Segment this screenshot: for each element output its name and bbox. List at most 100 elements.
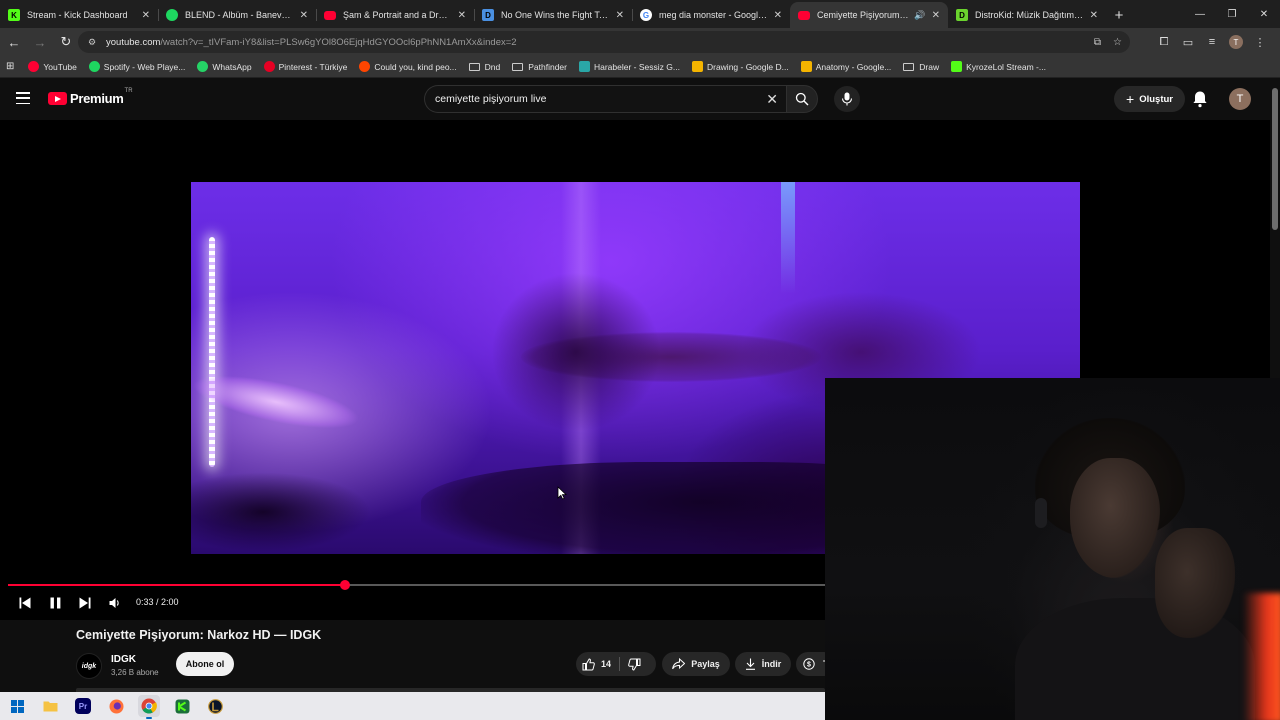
close-tab-icon[interactable]: ✕ (1090, 10, 1098, 21)
subscribe-button[interactable]: Abone ol (176, 652, 234, 676)
bookmark-item[interactable]: KyrozeLol Stream -... (951, 61, 1046, 72)
new-tab-button[interactable]: + (1106, 2, 1132, 28)
bookmark-item[interactable]: Anatomy - Google... (800, 61, 891, 72)
download-button[interactable]: İndir (735, 652, 791, 676)
tab-title: No One Wins the Fight Tab by ... (501, 10, 610, 20)
google-drive-icon (691, 61, 703, 72)
forward-button[interactable]: → (28, 30, 52, 54)
logo-country-code: TR (124, 88, 133, 94)
bookmark-item[interactable]: Pinterest - Türkiye (263, 61, 347, 72)
thanks-icon: $ (803, 658, 815, 670)
guide-menu-icon[interactable] (16, 92, 30, 104)
scrollbar-thumb[interactable] (1272, 88, 1278, 230)
webcam-person-face (1070, 458, 1160, 578)
google-drive-icon (800, 61, 812, 72)
bookmark-folder[interactable]: Draw (903, 62, 939, 72)
close-tab-icon[interactable]: ✕ (142, 10, 150, 21)
chrome-menu-icon[interactable]: ⋮ (1248, 31, 1272, 53)
channel-name[interactable]: IDGK (111, 654, 136, 665)
progress-bar[interactable] (8, 580, 825, 590)
skip-previous-icon (19, 597, 31, 609)
firefox-icon[interactable] (105, 695, 127, 717)
windows-start-icon[interactable] (6, 695, 28, 717)
kick-app-icon[interactable] (171, 695, 193, 717)
pause-button[interactable] (50, 596, 61, 610)
like-button[interactable]: 14 (582, 657, 611, 671)
extensions-icon[interactable]: ⧠ (1152, 31, 1176, 53)
restore-button[interactable]: ❐ (1216, 0, 1248, 28)
bookmark-star-icon[interactable]: ☆ (1113, 37, 1122, 48)
scrubber-handle[interactable] (340, 580, 350, 590)
browser-tab[interactable]: Gmeg dia monster - Google'da Ara ✕ (632, 2, 790, 28)
close-tab-icon[interactable]: ✕ (932, 10, 940, 21)
address-bar[interactable]: ⚙ youtube.com/watch?v=_tIVFam-iY8&list=P… (78, 31, 1130, 53)
tab-audio-icon[interactable]: 🔊 (914, 10, 925, 21)
tab-title: DistroKid: Müzik Dağıtım Hizmeti (975, 10, 1084, 20)
browser-tab[interactable]: D No One Wins the Fight Tab by ... ✕ (474, 2, 632, 28)
create-button[interactable]: + Oluştur (1114, 86, 1185, 112)
bookmark-label: Drawing - Google D... (706, 61, 789, 72)
progress-played (8, 584, 345, 586)
time-display: 0:33 / 2:00 (136, 597, 179, 607)
reload-button[interactable]: ↻ (54, 30, 78, 54)
webcam-person-hand (1155, 528, 1235, 638)
share-label: Paylaş (691, 659, 720, 669)
close-tab-icon[interactable]: ✕ (774, 10, 782, 21)
chrome-icon[interactable] (138, 695, 160, 719)
clear-search-icon[interactable]: ✕ (766, 91, 778, 108)
back-button[interactable]: ← (2, 30, 26, 54)
premiere-pro-icon[interactable]: Pr (75, 698, 91, 714)
thumbs-down-icon (628, 658, 641, 671)
notifications-bell-icon[interactable] (1192, 90, 1208, 108)
file-explorer-icon[interactable] (39, 695, 61, 717)
pause-icon (50, 597, 61, 609)
close-tab-icon[interactable]: ✕ (616, 10, 624, 21)
bookmark-label: Draw (919, 61, 940, 72)
close-window-button[interactable]: ✕ (1248, 0, 1280, 28)
channel-avatar[interactable]: idgk (76, 653, 102, 679)
windows-taskbar: Pr (0, 692, 825, 720)
folder-icon (903, 62, 915, 71)
bookmark-folder[interactable]: Dnd (468, 62, 500, 72)
media-control-icon[interactable]: ≡ (1200, 31, 1224, 53)
league-of-legends-icon[interactable] (204, 695, 226, 717)
thumbs-up-icon (582, 657, 595, 670)
youtube-premium-logo[interactable]: Premium TR (48, 88, 133, 106)
search-button[interactable] (786, 85, 818, 113)
bookmark-folder[interactable]: Pathfinder (512, 62, 567, 72)
browser-tab[interactable]: Cemiyette Pişiyorum: Narkoz HD🔊 ✕ (790, 2, 948, 28)
next-button[interactable] (79, 596, 91, 610)
bookmark-item[interactable]: Drawing - Google D... (691, 61, 789, 72)
browser-tab[interactable]: Şam & Portrait and a Dream & ... ✕ (316, 2, 474, 28)
like-dislike-group: 14 (576, 652, 656, 676)
close-tab-icon[interactable]: ✕ (300, 10, 308, 21)
share-button[interactable]: Paylaş (662, 652, 730, 676)
volume-icon (109, 598, 119, 608)
browser-tab[interactable]: K Stream - Kick Dashboard ✕ (0, 2, 158, 28)
bookmark-item[interactable]: YouTube (28, 61, 77, 72)
browser-profile-avatar[interactable]: T (1229, 35, 1243, 49)
previous-button[interactable] (19, 596, 31, 610)
browser-tab[interactable]: D DistroKid: Müzik Dağıtım Hizmeti ✕ (948, 2, 1106, 28)
browser-tab-strip: K Stream - Kick Dashboard ✕ BLEND - Albüm -… (0, 0, 1280, 28)
volume-button[interactable] (109, 596, 121, 610)
search-input[interactable]: cemiyette pişiyorum live ✕ (424, 85, 786, 113)
account-avatar[interactable]: T (1229, 88, 1251, 110)
bookmark-label: YouTube (43, 61, 77, 72)
install-app-icon[interactable]: ⧉ (1094, 37, 1101, 48)
site-info-icon[interactable]: ⚙ (86, 36, 98, 48)
youtube-play-icon (48, 92, 67, 105)
bookmark-item[interactable]: Harabeler - Sessiz G... (578, 61, 680, 72)
address-url[interactable]: youtube.com/watch?v=_tIVFam-iY8&list=PLS… (106, 37, 1082, 48)
voice-search-button[interactable] (834, 86, 860, 112)
dislike-button[interactable] (628, 658, 641, 671)
browser-tab[interactable]: BLEND - Albüm - Baneva | Spotify ✕ (158, 2, 316, 28)
apps-grid-icon[interactable]: ⊞ (6, 61, 14, 72)
site-icon (578, 61, 590, 72)
cast-icon[interactable]: ▭ (1176, 31, 1200, 53)
bookmark-item[interactable]: Could you, kind peo... (359, 61, 457, 72)
close-tab-icon[interactable]: ✕ (458, 10, 466, 21)
bookmark-item[interactable]: WhatsApp (197, 61, 252, 72)
bookmark-item[interactable]: Spotify - Web Playe... (88, 61, 185, 72)
minimize-button[interactable]: — (1184, 0, 1216, 28)
